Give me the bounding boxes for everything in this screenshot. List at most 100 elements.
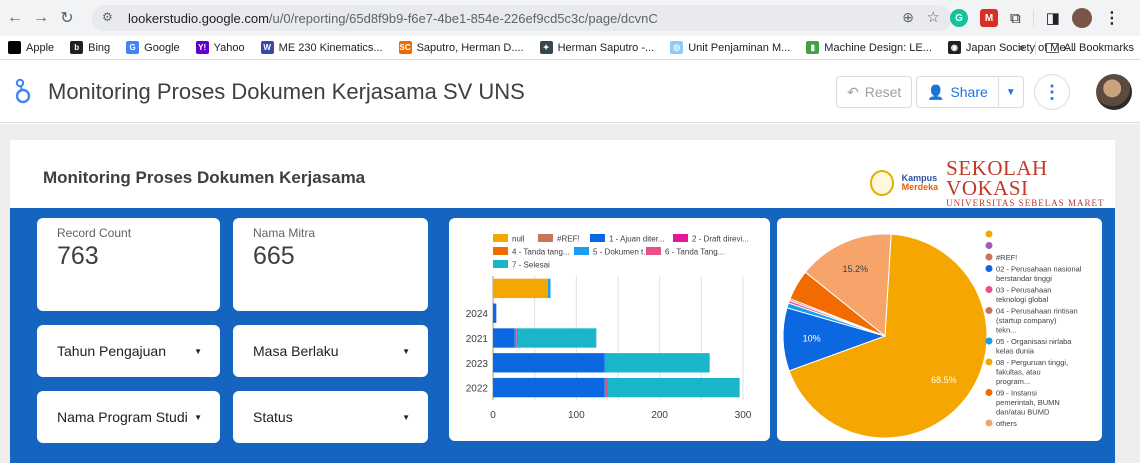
legend-label: null <box>512 235 525 244</box>
bar-segment[interactable] <box>493 328 515 348</box>
legend-item[interactable] <box>985 230 993 238</box>
bookmarks-bar: Apple b Bing G Google Y! Yahoo W ME 230 Kinemati… <box>0 36 1140 60</box>
tahun-pengajuan-filter[interactable]: Tahun Pengajuan ▼ <box>37 325 220 377</box>
bookmark-item[interactable]: SC Saputro, Herman D.... <box>391 41 532 54</box>
legend-item[interactable]: 02 - Perusahaan nasionalberstandar tingg… <box>985 265 1082 284</box>
browser-toolbar: ← → ↻ ⚙ lookerstudio.google.com/u/0/repo… <box>0 0 1140 36</box>
browser-menu-icon[interactable]: ⋮ <box>1104 8 1120 28</box>
legend-item[interactable]: #REF! <box>985 253 1018 262</box>
nama-mitra-scorecard[interactable]: Nama Mitra 665 <box>233 218 428 311</box>
side-panel-icon[interactable]: ◨ <box>1046 9 1060 27</box>
filter-label: Status <box>253 409 293 425</box>
bookmark-item[interactable]: Y! Yahoo <box>188 41 253 54</box>
legend-item[interactable]: 6 - Tanda Tang... <box>646 247 724 257</box>
share-dropdown-icon[interactable]: ▼ <box>999 87 1023 98</box>
legend-item[interactable]: #REF! <box>538 234 580 244</box>
report-name[interactable]: Monitoring Proses Dokumen Kerjasama SV U… <box>48 79 525 105</box>
legend-item[interactable]: 5 - Dokumen t... <box>574 247 650 257</box>
reload-icon[interactable]: ↻ <box>56 7 78 29</box>
legend-label: 08 - Perguruan tinggi, <box>996 358 1068 367</box>
bookmark-item[interactable]: ◎ Unit Penjaminan M... <box>662 41 798 54</box>
legend-label: pemerintah, BUMN <box>996 398 1060 407</box>
all-bookmarks-button[interactable]: All Bookmarks <box>1045 42 1134 54</box>
legend-label: others <box>996 419 1017 428</box>
forward-icon[interactable]: → <box>30 7 52 29</box>
bookmark-label: Machine Design: LE... <box>824 41 932 54</box>
bookmark-item[interactable]: G Google <box>118 41 187 54</box>
site-settings-icon[interactable]: ⚙ <box>102 10 120 26</box>
legend-item[interactable]: 03 - Perusahaanteknologi global <box>985 286 1052 305</box>
bookmarks-more-icon[interactable]: » <box>1019 42 1025 54</box>
zoom-icon[interactable]: ⊕ <box>902 9 914 26</box>
bar-segment[interactable] <box>493 377 605 398</box>
reset-label: Reset <box>864 84 902 100</box>
avatar[interactable] <box>1096 74 1132 110</box>
share-main[interactable]: 👤 Share <box>917 77 999 107</box>
status-by-year-chart-card[interactable]: null #REF! 1 - Ajuan diter... 2 - Draft dir… <box>449 218 770 441</box>
legend-item[interactable]: 2 - Draft direvi... <box>673 234 749 244</box>
profile-icon[interactable] <box>1071 8 1092 28</box>
legend-label: 09 - Instansi <box>996 389 1037 398</box>
bookmark-item[interactable]: ✦ Herman Saputro -... <box>532 41 663 54</box>
more-options-icon[interactable]: ⋮ <box>1034 74 1070 110</box>
bar-segment[interactable] <box>605 377 609 398</box>
bookmark-favicon-icon: ✦ <box>539 41 553 54</box>
bar-segment[interactable] <box>493 278 548 299</box>
bookmark-item[interactable]: Apple <box>0 41 62 54</box>
dropdown-arrow-icon: ▼ <box>402 412 410 422</box>
x-tick-label: 0 <box>490 410 496 421</box>
legend-item[interactable]: 7 - Selesai <box>493 260 550 270</box>
bookmark-star-icon[interactable]: ☆ <box>927 8 940 26</box>
bar-segment[interactable] <box>516 328 518 348</box>
record-count-scorecard[interactable]: Record Count 763 <box>37 218 220 311</box>
url-host: lookerstudio.google.com <box>128 10 269 26</box>
masa-berlaku-filter[interactable]: Masa Berlaku ▼ <box>233 325 428 377</box>
y-tick-label: 2022 <box>466 384 489 395</box>
legend-item[interactable]: 05 - Organisasi nirlabakelas dunia <box>985 337 1073 356</box>
legend-item[interactable]: 4 - Tanda tang... <box>493 247 570 257</box>
legend-swatch <box>646 247 661 255</box>
legend-dot <box>985 242 993 249</box>
legend-item[interactable]: others <box>985 419 1018 428</box>
scorecard-label: Nama Mitra <box>253 226 316 240</box>
address-bar[interactable]: ⚙ lookerstudio.google.com/u/0/reporting/… <box>92 5 952 31</box>
status-filter[interactable]: Status ▼ <box>233 391 428 443</box>
legend-swatch <box>590 234 605 242</box>
bar-segment[interactable] <box>548 278 551 299</box>
back-icon[interactable]: ← <box>4 7 26 29</box>
bar-segment[interactable] <box>493 353 605 373</box>
bookmark-item[interactable]: ▮ Machine Design: LE... <box>798 41 940 54</box>
legend-item[interactable]: null <box>493 234 525 244</box>
legend-item[interactable]: 1 - Ajuan diter... <box>590 234 665 244</box>
legend-item[interactable]: 09 - Instansipemerintah, BUMNdan/atau BU… <box>985 389 1060 417</box>
mitra-category-chart-card[interactable]: 68.5% 10% 15.2% #REF! 02 - Perusahaan nasion… <box>777 218 1102 441</box>
mendeley-icon[interactable]: M <box>980 9 998 27</box>
toolbar-divider <box>1032 10 1034 26</box>
bar-segment[interactable] <box>518 328 597 348</box>
bar-segment[interactable] <box>604 353 606 373</box>
share-button[interactable]: 👤 Share ▼ <box>916 76 1024 108</box>
extensions-icon[interactable]: ⧉ <box>1010 10 1021 27</box>
bar-segment[interactable] <box>514 328 517 348</box>
legend-label: program... <box>996 377 1030 386</box>
bar-segment[interactable] <box>604 377 606 398</box>
nama-program-studi-filter[interactable]: Nama Program Studi ▼ <box>37 391 220 443</box>
legend-item[interactable] <box>985 242 993 249</box>
bookmark-item[interactable]: b Bing <box>62 41 118 54</box>
looker-studio-logo-icon[interactable] <box>12 78 34 106</box>
mitra-category-chart[interactable]: 68.5% 10% 15.2% #REF! 02 - Perusahaan nasion… <box>777 218 1102 441</box>
bar-segment[interactable] <box>605 353 710 373</box>
legend-item[interactable]: 04 - Perusahaan rintisan(startup company… <box>985 307 1078 335</box>
bar-segment[interactable] <box>608 377 740 398</box>
seal-icon <box>870 170 894 196</box>
reset-button[interactable]: ↶ Reset <box>836 76 913 108</box>
bar-segment[interactable] <box>493 303 497 323</box>
grammarly-icon[interactable]: G <box>950 9 968 27</box>
legend-dot <box>985 286 993 293</box>
legend-label: 4 - Tanda tang... <box>512 248 570 257</box>
legend-item[interactable]: 08 - Perguruan tinggi,fakultas, atauprog… <box>985 358 1069 386</box>
legend-swatch <box>493 247 508 255</box>
status-by-year-chart[interactable]: null #REF! 1 - Ajuan diter... 2 - Draft dir… <box>449 218 770 441</box>
bookmark-item[interactable]: W ME 230 Kinematics... <box>253 41 391 54</box>
legend-label: teknologi global <box>996 295 1048 304</box>
